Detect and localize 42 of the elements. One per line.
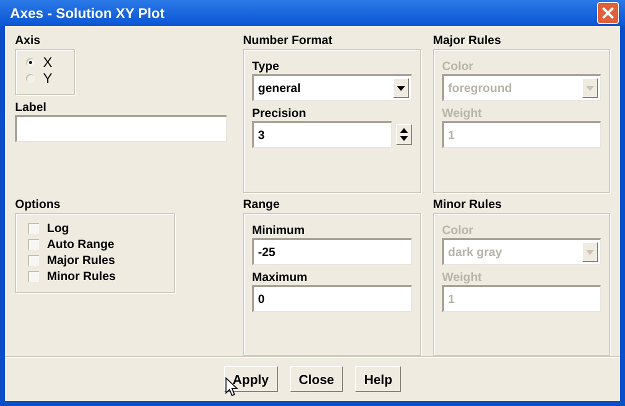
number-field[interactable]: 3 (252, 121, 392, 148)
dropdown[interactable]: general (252, 74, 412, 101)
radio-button[interactable] (26, 58, 35, 66)
group-label: Axis (15, 32, 40, 48)
field-label: Maximum (252, 269, 308, 285)
group-label: Major Rules (433, 32, 502, 48)
checkbox-label: Log (47, 221, 69, 235)
checkbox[interactable] (28, 254, 39, 266)
field-label: Precision (252, 105, 308, 121)
radio-label: Y (43, 70, 52, 86)
field-label: Weight (442, 105, 483, 121)
window-title: Axes - Solution XY Plot (10, 5, 165, 21)
field-label: Color (442, 222, 474, 238)
number-field[interactable]: 0 (252, 285, 412, 312)
caret-icon (397, 86, 405, 90)
checkbox[interactable] (28, 222, 39, 234)
field-label: Label (15, 99, 46, 115)
group-label: Range (243, 196, 280, 212)
dialog-button[interactable]: Apply (224, 366, 278, 392)
dialog-button[interactable]: Close (290, 366, 344, 392)
group-label: Number Format (243, 32, 332, 48)
close-icon (602, 7, 614, 19)
radio-label: X (43, 54, 52, 70)
spinner-arrows[interactable] (396, 124, 412, 145)
text-field[interactable] (15, 115, 227, 142)
group-label: Minor Rules (433, 196, 502, 212)
checkbox[interactable] (28, 270, 39, 282)
checkbox-label: Major Rules (47, 253, 116, 267)
field-label: Minimum (252, 222, 306, 238)
checkbox[interactable] (28, 238, 39, 250)
checkbox-label: Minor Rules (47, 269, 116, 283)
caret-icon (586, 86, 594, 90)
checkbox-label: Auto Range (47, 237, 114, 251)
field-label: Type (252, 58, 280, 74)
close-button[interactable] (597, 2, 619, 24)
field-label: Color (442, 58, 474, 74)
radio-button[interactable] (26, 74, 35, 82)
caret-icon (586, 250, 594, 254)
number-field[interactable]: -25 (252, 238, 412, 265)
field-label: Weight (442, 269, 483, 285)
dialog-button[interactable]: Help (355, 366, 402, 392)
group-label: Options (15, 196, 60, 212)
